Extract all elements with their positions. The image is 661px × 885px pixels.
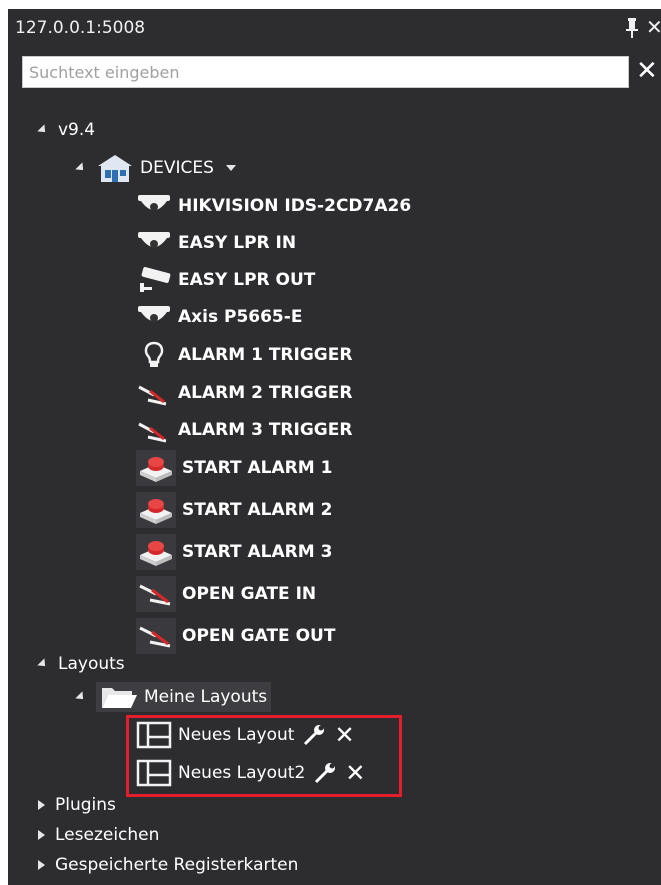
dome-camera-icon <box>138 306 170 322</box>
alarm-button-icon <box>136 492 176 528</box>
collapse-arrow-icon[interactable] <box>37 658 49 670</box>
device-item[interactable]: ALARM 1 TRIGGER <box>136 340 352 370</box>
panel-title: 127.0.0.1:5008 <box>15 18 146 38</box>
close-icon[interactable]: ✕ <box>646 15 661 39</box>
expand-arrow-icon[interactable] <box>38 800 45 810</box>
device-label: HIKVISION IDS-2CD7A26 <box>178 196 412 216</box>
device-item[interactable]: ALARM 2 TRIGGER <box>136 378 352 408</box>
device-label: EASY LPR OUT <box>178 270 316 290</box>
expand-arrow-icon[interactable] <box>38 860 45 870</box>
tree-node-label: DEVICES <box>140 158 214 178</box>
device-item[interactable]: EASY LPR IN <box>136 228 296 258</box>
panel-titlebar: 127.0.0.1:5008 ✕ <box>8 9 661 47</box>
alarm-button-icon <box>136 450 176 486</box>
device-label: START ALARM 1 <box>182 458 333 478</box>
collapse-arrow-icon[interactable] <box>75 162 87 174</box>
tree-node-lesezeichen[interactable]: Lesezeichen <box>38 820 159 850</box>
dome-camera-icon <box>138 195 170 211</box>
tree-node-layouts[interactable]: Layouts <box>37 649 125 679</box>
tree-node-meine-layouts[interactable]: Meine Layouts <box>75 682 272 712</box>
device-label: ALARM 3 TRIGGER <box>178 420 353 440</box>
device-item[interactable]: OPEN GATE OUT <box>136 618 336 654</box>
pin-icon[interactable] <box>624 17 640 39</box>
tree-node-label: Layouts <box>58 654 125 674</box>
relay-icon <box>138 385 167 406</box>
search-input[interactable] <box>22 56 629 88</box>
device-item[interactable]: Axis P5665-E <box>136 302 302 332</box>
tree-node-plugins[interactable]: Plugins <box>38 790 116 820</box>
device-label: OPEN GATE OUT <box>182 626 336 646</box>
tree-node-root[interactable]: v9.4 <box>37 115 96 145</box>
device-label: START ALARM 2 <box>182 500 333 520</box>
device-item[interactable]: ALARM 3 TRIGGER <box>136 415 352 445</box>
device-item[interactable]: OPEN GATE IN <box>136 576 317 612</box>
tree-node-registerkarten[interactable]: Gespeicherte Registerkarten <box>38 850 298 880</box>
device-item[interactable]: HIKVISION IDS-2CD7A26 <box>136 191 411 221</box>
alarm-button-icon <box>136 534 176 570</box>
tree-node-label: Lesezeichen <box>55 825 160 845</box>
device-item[interactable]: START ALARM 2 <box>136 492 333 528</box>
folder-open-icon <box>102 688 137 708</box>
collapse-arrow-icon[interactable] <box>75 691 87 703</box>
highlight-box <box>126 715 402 797</box>
device-label: Axis P5665-E <box>178 307 303 327</box>
tree-node-label: Plugins <box>55 795 116 815</box>
device-label: OPEN GATE IN <box>182 584 317 604</box>
tree-node-label: v9.4 <box>58 120 96 140</box>
tree-node-label: Gespeicherte Registerkarten <box>55 855 299 875</box>
dome-camera-icon <box>138 232 170 248</box>
device-label: ALARM 2 TRIGGER <box>178 383 353 403</box>
relay-icon <box>136 618 176 654</box>
relay-icon <box>136 576 176 612</box>
tree-node-devices[interactable]: DEVICES <box>75 153 236 183</box>
relay-icon <box>138 422 167 443</box>
lightbulb-icon <box>144 341 164 367</box>
expand-arrow-icon[interactable] <box>38 830 45 840</box>
device-item[interactable]: START ALARM 1 <box>136 450 333 486</box>
tree-node-label: Meine Layouts <box>144 687 268 707</box>
device-item[interactable]: START ALARM 3 <box>136 534 333 570</box>
device-label: ALARM 1 TRIGGER <box>178 345 353 365</box>
device-label: START ALARM 3 <box>182 542 333 562</box>
folder-selection: Meine Layouts <box>96 682 272 712</box>
device-label: EASY LPR IN <box>178 233 297 253</box>
device-item[interactable]: EASY LPR OUT <box>136 265 315 295</box>
bullet-camera-icon <box>140 267 171 292</box>
house-icon <box>98 155 132 182</box>
clear-search-icon[interactable]: ✕ <box>636 58 658 84</box>
dropdown-arrow-icon[interactable] <box>225 165 236 171</box>
device-panel: 127.0.0.1:5008 ✕ ✕ v9.4 DEVICES <box>8 9 661 885</box>
collapse-arrow-icon[interactable] <box>37 124 49 136</box>
